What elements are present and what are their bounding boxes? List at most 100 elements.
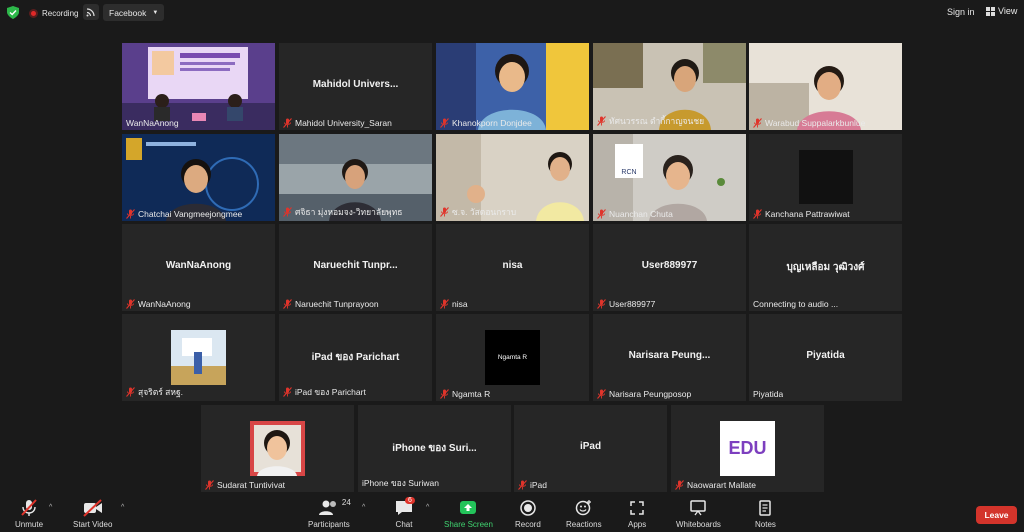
- participant-display-name: Naruechit Tunpr...: [313, 260, 398, 271]
- participant-tile[interactable]: Narisara Peung... Narisara Peungposop: [593, 314, 746, 401]
- participant-tile[interactable]: Ngamta R Ngamta R: [436, 314, 589, 401]
- participant-tile[interactable]: nisa nisa: [436, 224, 589, 311]
- participant-tile[interactable]: บุญเหลือม วุฒิวงศ์ Connecting to audio ..…: [749, 224, 902, 311]
- whiteboard-icon: [690, 500, 707, 516]
- notes-icon: [759, 500, 772, 516]
- muted-microphone-icon: [518, 480, 527, 490]
- unmute-button[interactable]: Unmute: [15, 499, 43, 529]
- participant-name: Nuanchan Chuta: [609, 209, 673, 219]
- participant-tile[interactable]: Chatchai Vangmeejongmee: [122, 134, 275, 221]
- muted-microphone-icon: [597, 209, 606, 219]
- participant-name-label: Chatchai Vangmeejongmee: [126, 209, 242, 219]
- stream-destination-label: Facebook: [109, 7, 147, 18]
- participant-tile[interactable]: สุจริตร์ สหฐ.: [122, 314, 275, 401]
- view-button[interactable]: View: [986, 6, 1017, 16]
- participant-name-label: Naruechit Tunprayoon: [283, 299, 379, 309]
- recording-indicator[interactable]: Recording: [29, 5, 78, 21]
- avatar-text: EDU: [728, 438, 767, 458]
- participant-name: iPad: [530, 480, 548, 490]
- participant-tile[interactable]: iPad ของ Parichart iPad ของ Parichart: [279, 314, 432, 401]
- share-screen-label: Share Screen: [444, 520, 493, 529]
- audio-options-caret-icon[interactable]: ^: [49, 504, 52, 511]
- record-icon: [520, 500, 536, 516]
- participant-tile[interactable]: iPhone ของ Suri... iPhone ของ Suriwan: [358, 405, 511, 492]
- reactions-button[interactable]: Reactions: [566, 499, 602, 529]
- participant-tile[interactable]: User889977 User889977: [593, 224, 746, 311]
- video-off-icon: [83, 499, 102, 517]
- participant-name: Khanokporn Donjdee: [452, 118, 532, 128]
- participant-name-label: ศจิธา มุ่งหอมจง-วิทยาลัยพุทธ: [283, 205, 402, 219]
- muted-microphone-icon: [597, 116, 606, 126]
- participant-tile[interactable]: RCN Nuanchan Chuta: [593, 134, 746, 221]
- participants-count: 24: [341, 498, 351, 507]
- participant-name-label: ซ.จ. วัสดอนกราบ: [440, 205, 516, 219]
- participant-display-name: Mahidol Univers...: [312, 79, 399, 90]
- participant-tile[interactable]: WanNaAnong: [122, 43, 275, 130]
- start-video-label: Start Video: [73, 520, 113, 529]
- participant-name: Chatchai Vangmeejongmee: [138, 209, 243, 219]
- encryption-shield-icon[interactable]: [7, 6, 19, 19]
- top-bar: Recording Facebook ▼ Sign in View: [0, 0, 1024, 26]
- participant-tile[interactable]: Warabud Suppalarkbunlue: [749, 43, 902, 130]
- share-screen-button[interactable]: Share Screen: [444, 499, 493, 529]
- unmute-label: Unmute: [15, 520, 44, 529]
- participant-tile[interactable]: Naruechit Tunpr... Naruechit Tunprayoon: [279, 224, 432, 311]
- participant-name: nisa: [452, 299, 468, 309]
- participant-tile[interactable]: WanNaAnong WanNaAnong: [122, 224, 275, 311]
- participant-tile[interactable]: Kanchana Pattrawiwat: [749, 134, 902, 221]
- participant-tile[interactable]: Sudarat Tuntivivat: [201, 405, 354, 492]
- sign-in-link[interactable]: Sign in: [947, 7, 975, 17]
- record-button[interactable]: Record: [515, 499, 541, 529]
- muted-microphone-icon: [597, 299, 606, 309]
- participant-name-label: Nuanchan Chuta: [597, 209, 673, 219]
- participant-name-label: Khanokporn Donjdee: [440, 118, 532, 128]
- participant-tile[interactable]: ศจิธา มุ่งหอมจง-วิทยาลัยพุทธ: [279, 134, 432, 221]
- participant-name: Naowarart Mallate: [687, 480, 756, 490]
- participant-display-name: Piyatida: [806, 350, 845, 361]
- muted-microphone-icon: [126, 209, 135, 219]
- participant-avatar: EDU: [720, 421, 775, 476]
- participant-name: Piyatida: [753, 389, 784, 399]
- participant-name-label: nisa: [440, 299, 468, 309]
- participant-video: [122, 43, 275, 130]
- participant-tile[interactable]: ซ.จ. วัสดอนกราบ: [436, 134, 589, 221]
- muted-microphone-icon: [440, 207, 449, 217]
- muted-microphone-icon: [597, 389, 606, 399]
- participant-tile[interactable]: EDU Naowarart Mallate: [671, 405, 824, 492]
- participants-button[interactable]: 24 Participants: [308, 498, 351, 529]
- view-label: View: [998, 6, 1018, 16]
- participant-name-label: Naowarart Mallate: [675, 480, 756, 490]
- muted-microphone-icon: [205, 480, 214, 490]
- participant-tile[interactable]: Mahidol Univers... Mahidol University_Sar…: [279, 43, 432, 130]
- apps-icon: [630, 501, 644, 515]
- recording-label: Recording: [42, 8, 79, 18]
- chat-options-caret-icon[interactable]: ^: [426, 504, 429, 511]
- start-video-button[interactable]: Start Video: [73, 499, 112, 529]
- stream-destination-dropdown[interactable]: Facebook ▼: [103, 4, 165, 21]
- muted-microphone-icon: [753, 118, 762, 128]
- leave-button[interactable]: Leave: [976, 506, 1017, 524]
- participant-name-label: ทัศนวรรณ ตำกี้กาญจนชย: [597, 114, 704, 128]
- participant-display-name: Narisara Peung...: [628, 350, 711, 361]
- live-stream-icon[interactable]: [83, 4, 99, 20]
- muted-microphone-icon: [283, 118, 292, 128]
- notes-button[interactable]: Notes: [755, 499, 776, 529]
- participant-tile[interactable]: Piyatida Piyatida: [749, 314, 902, 401]
- participants-options-caret-icon[interactable]: ^: [362, 504, 365, 511]
- participant-name-label: iPad: [518, 480, 547, 490]
- video-options-caret-icon[interactable]: ^: [121, 504, 124, 511]
- participant-video: [436, 43, 589, 130]
- chat-label: Chat: [395, 520, 413, 529]
- participant-tile[interactable]: iPad iPad: [514, 405, 667, 492]
- apps-button[interactable]: Apps: [628, 499, 646, 529]
- chat-button[interactable]: 6 Chat: [394, 497, 415, 529]
- participant-video: [749, 134, 902, 221]
- participant-tile[interactable]: Khanokporn Donjdee: [436, 43, 589, 130]
- participant-name-label: Piyatida: [753, 389, 783, 399]
- participant-tile[interactable]: ทัศนวรรณ ตำกี้กาญจนชย: [593, 43, 746, 130]
- participant-name: ทัศนวรรณ ตำกี้กาญจนชย: [609, 116, 705, 126]
- participant-name-label: WanNaAnong: [126, 118, 179, 128]
- participant-name: Warabud Suppalarkbunlue: [765, 118, 866, 128]
- participant-name: iPad ของ Parichart: [295, 387, 366, 397]
- whiteboards-button[interactable]: Whiteboards: [676, 499, 721, 529]
